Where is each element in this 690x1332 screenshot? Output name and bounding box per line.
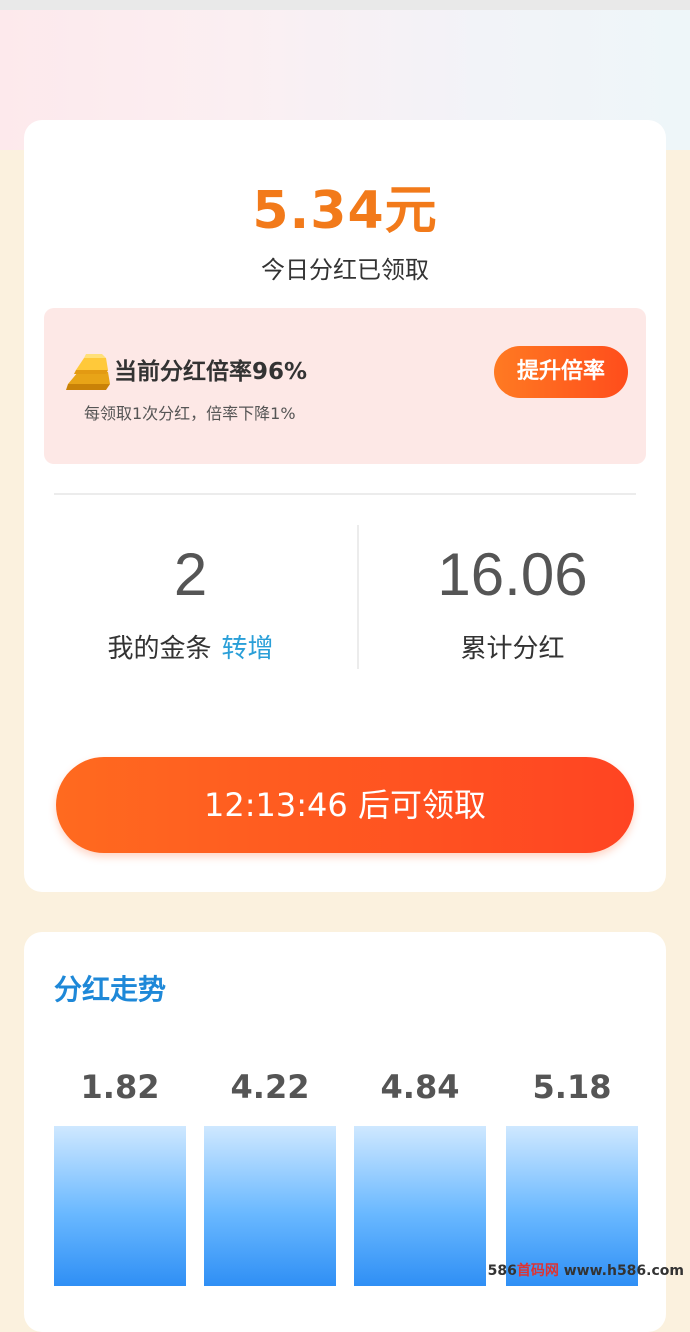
transfer-link[interactable]: 转增 — [222, 634, 274, 664]
bar-value-label: 4.22 — [204, 1068, 336, 1106]
dividend-status: 今日分红已领取 — [24, 250, 666, 285]
claim-countdown-button[interactable]: 12:13:46 后可领取 — [56, 757, 634, 853]
trend-bar — [354, 1126, 486, 1286]
gold-bar-label: 我的金条 — [107, 634, 211, 664]
trend-title: 分红走势 — [54, 968, 166, 1008]
dividend-rate-title: 当前分红倍率96% — [114, 352, 307, 386]
dividend-rate-panel: 当前分红倍率96% 每领取1次分红，倍率下降1% 提升倍率 — [44, 308, 646, 464]
watermark: 586首码网 www.h586.com — [488, 1260, 684, 1280]
dividend-amount: 5.34元 — [24, 168, 666, 243]
total-dividend-label: 累计分红 — [359, 628, 666, 665]
bar-value-label: 4.84 — [354, 1068, 486, 1106]
dividend-card: 5.34元 今日分红已领取 当前分红倍率96% 每领取1次分红，倍率下降1% 提… — [24, 120, 666, 892]
trend-bar — [54, 1126, 186, 1286]
boost-rate-button[interactable]: 提升倍率 — [494, 346, 628, 398]
dividend-rate-note: 每领取1次分红，倍率下降1% — [84, 400, 296, 424]
gold-bar-label-row: 我的金条转增 — [24, 628, 357, 665]
total-dividend-value: 16.06 — [359, 540, 666, 609]
divider — [54, 493, 636, 495]
trend-bar — [204, 1126, 336, 1286]
bar-value-label: 5.18 — [506, 1068, 638, 1106]
gold-bar-icon — [64, 350, 114, 394]
bar-value-label: 1.82 — [54, 1068, 186, 1106]
gold-bar-count: 2 — [24, 540, 357, 609]
